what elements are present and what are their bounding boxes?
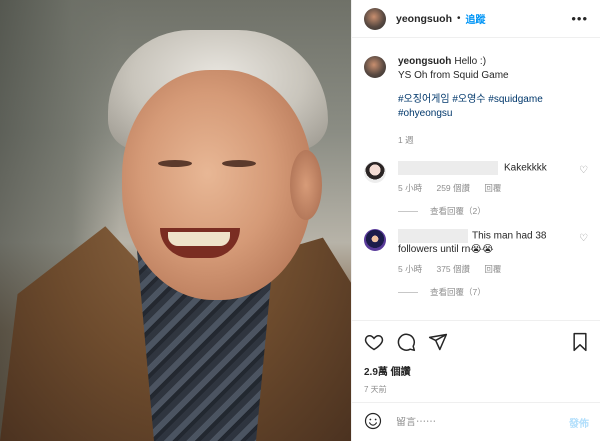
- header-separator: •: [457, 13, 461, 24]
- caption-avatar[interactable]: [364, 56, 386, 78]
- commenter-avatar[interactable]: [364, 229, 386, 251]
- comment-meta: 5 小時 259 個讚 回覆: [398, 182, 583, 195]
- replies-divider: [398, 291, 418, 293]
- hashtags-line1[interactable]: #오징어게임 #오영수 #squidgame: [398, 93, 543, 107]
- redacted-username: [398, 161, 498, 175]
- caption-time: 1 週: [398, 135, 414, 145]
- caption-body: yeongsuoh Hello :) YS Oh from Squid Game …: [398, 55, 543, 147]
- commenter-avatar[interactable]: [364, 161, 386, 183]
- view-replies-button[interactable]: 查看回覆（2）: [398, 205, 600, 217]
- emoji-icon[interactable]: [364, 412, 382, 433]
- comment-reply-button[interactable]: 回覆: [484, 183, 501, 193]
- photo-face: [122, 70, 312, 300]
- photo-ear: [290, 150, 322, 220]
- caption-hashtags[interactable]: #오징어게임 #오영수 #squidgame #ohyeongsu: [398, 93, 543, 121]
- caption-text-line2: YS Oh from Squid Game: [398, 70, 509, 81]
- post-header: yeongsuoh • 追蹤 •••: [352, 0, 600, 38]
- comment-time: 5 小時: [398, 264, 423, 274]
- comment-heart-icon[interactable]: ♡: [579, 233, 588, 244]
- comment-reply-button[interactable]: 回覆: [484, 264, 501, 274]
- comment-heart-icon[interactable]: ♡: [579, 165, 588, 176]
- share-icon[interactable]: [428, 332, 448, 352]
- add-comment-bar: 發佈: [352, 402, 600, 441]
- follow-button[interactable]: 追蹤: [466, 11, 486, 26]
- photo-eye-left: [158, 160, 192, 167]
- comment-likes[interactable]: 375 個讚: [436, 264, 470, 274]
- comment-body: Kakekkkk 5 小時 259 個讚 回覆: [398, 161, 583, 195]
- view-replies-button[interactable]: 查看回覆（7）: [398, 286, 600, 298]
- comment-input[interactable]: [396, 416, 556, 428]
- instagram-post: yeongsuoh • 追蹤 ••• yeongsuoh Hello :) YS …: [0, 0, 600, 441]
- comment-body: This man had 38 followers until rn😭😭 5 小…: [398, 229, 583, 276]
- photo-teeth: [168, 232, 230, 246]
- comment-item: This man had 38 followers until rn😭😭 5 小…: [352, 229, 600, 276]
- comment-time: 5 小時: [398, 183, 423, 193]
- avatar[interactable]: [364, 7, 386, 30]
- more-options-icon[interactable]: •••: [571, 11, 588, 26]
- action-bar: [364, 331, 589, 353]
- comment-meta: 5 小時 375 個讚 回覆: [398, 263, 583, 276]
- post-sidebar: yeongsuoh • 追蹤 ••• yeongsuoh Hello :) YS …: [351, 0, 600, 441]
- comment-item: Kakekkkk 5 小時 259 個讚 回覆 ♡: [352, 161, 600, 195]
- post-photo[interactable]: [0, 0, 351, 441]
- comment-likes[interactable]: 259 個讚: [436, 183, 470, 193]
- view-replies-label[interactable]: 查看回覆（7）: [430, 286, 486, 298]
- replies-divider: [398, 210, 418, 212]
- header-username[interactable]: yeongsuoh: [396, 13, 452, 25]
- caption-text-line1: Hello :): [454, 56, 487, 67]
- hashtags-line2[interactable]: #ohyeongsu: [398, 107, 543, 121]
- heart-icon[interactable]: [364, 332, 384, 352]
- comment-icon[interactable]: [396, 332, 416, 352]
- caption-username[interactable]: yeongsuoh: [398, 56, 451, 67]
- view-replies-label[interactable]: 查看回覆（2）: [430, 205, 486, 217]
- likes-count[interactable]: 2.9萬 個讚: [364, 363, 589, 378]
- post-date: 7 天前: [364, 385, 387, 394]
- post-comment-button[interactable]: 發佈: [569, 415, 589, 430]
- redacted-username: [398, 229, 468, 243]
- post-actions: 2.9萬 個讚 7 天前: [352, 320, 600, 395]
- post-caption: yeongsuoh Hello :) YS Oh from Squid Game …: [352, 38, 600, 147]
- bookmark-icon[interactable]: [571, 332, 589, 352]
- photo-eye-right: [222, 160, 256, 167]
- comment-text: Kakekkkk: [504, 162, 547, 174]
